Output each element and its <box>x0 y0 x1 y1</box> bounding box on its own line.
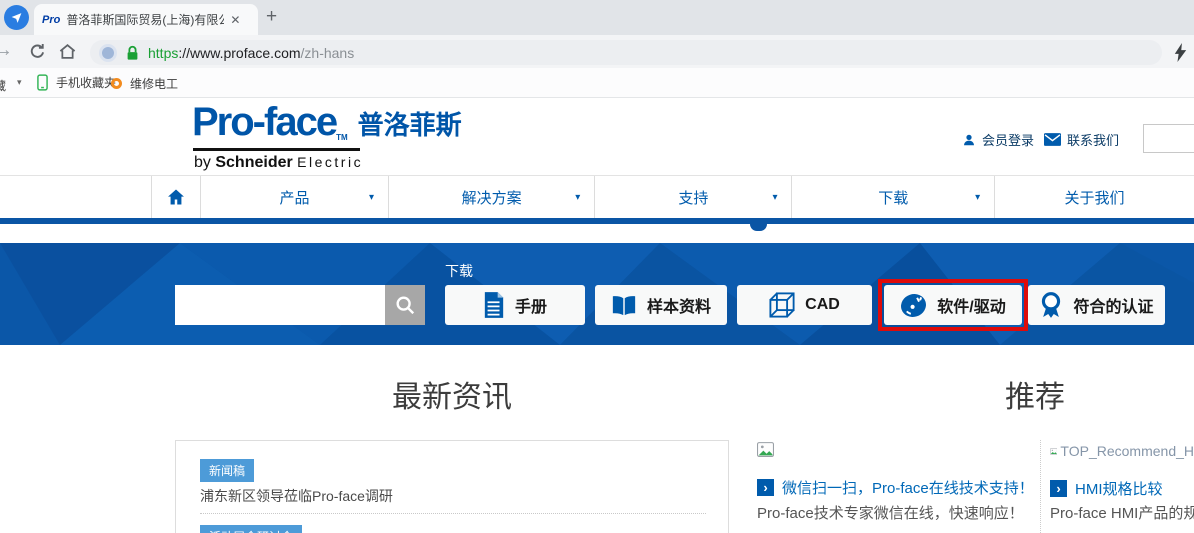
hero-button-label: 样本资料 <box>647 293 711 317</box>
nav-item-about[interactable]: 关于我们 <box>995 176 1194 218</box>
browser-menu-button[interactable] <box>4 5 29 30</box>
nav-item-products[interactable]: 产品 ▾ <box>201 176 389 218</box>
news-item-link[interactable]: 浦东新区领导莅临Pro-face调研 <box>200 486 393 506</box>
recommend-link: HMI规格比较 <box>1075 478 1163 499</box>
medal-icon <box>1039 291 1063 319</box>
logo-wordmark: Pro-face <box>192 102 336 142</box>
nav-underline <box>0 218 1194 224</box>
bookmarks-bar <box>0 68 1194 98</box>
header-search-input[interactable] <box>1143 124 1194 153</box>
bookmark-folder-partial[interactable]: 藏 <box>0 77 6 94</box>
home-icon[interactable] <box>58 42 77 66</box>
tab-title: 普洛菲斯国际贸易(上海)有限公司 <box>66 11 224 28</box>
site-logo[interactable]: Pro-faceTM 普洛菲斯 <box>192 102 462 142</box>
hero-button-catalog[interactable]: 样本资料 <box>595 285 727 325</box>
chevron-right-icon: › <box>757 479 774 496</box>
news-section-title: 最新资讯 <box>175 372 729 416</box>
news-divider <box>200 513 706 514</box>
nav-item-support[interactable]: 支持 ▾ <box>595 176 792 218</box>
hero-search-input[interactable] <box>175 285 385 325</box>
hero-button-label: CAD <box>805 296 840 314</box>
new-tab-button[interactable]: + <box>266 6 277 28</box>
chevron-down-icon: ▾ <box>975 192 980 203</box>
envelope-icon <box>1044 133 1061 146</box>
highlight-box <box>878 279 1028 331</box>
bookmark-label: 手机收藏夹 <box>56 74 116 91</box>
site-permission-icon[interactable] <box>102 47 114 59</box>
news-card: 新闻稿 浦东新区领导莅临Pro-face调研 活动展会研讨会 <box>175 440 729 533</box>
hero-button-certifications[interactable]: 符合的认证 <box>1028 285 1165 325</box>
logo-chinese: 普洛菲斯 <box>358 105 462 142</box>
nav-item-download[interactable]: 下载 ▾ <box>792 176 995 218</box>
logo-byline: by Schneider Electric <box>194 154 363 172</box>
nav-label: 关于我们 <box>1065 187 1125 208</box>
image-alt-text: TOP_Recommend_H <box>1060 443 1194 459</box>
nav-label: 产品 <box>279 187 309 208</box>
house-icon <box>166 187 186 207</box>
chevron-down-icon: ▾ <box>369 192 374 203</box>
nav-label: 下载 <box>878 187 908 208</box>
hero-button-label: 手册 <box>515 293 547 317</box>
url-text: https://www.proface.com/zh-hans <box>148 45 354 61</box>
logo-tm: TM <box>336 133 348 142</box>
bookmark-item-mobile[interactable]: 手机收藏夹 <box>37 74 116 91</box>
book-icon <box>611 295 637 316</box>
nav-active-indicator <box>750 224 767 231</box>
url-bar[interactable]: https://www.proface.com/zh-hans <box>90 40 1162 65</box>
news-badge: 活动展会研讨会 <box>200 525 302 533</box>
contact-us-label: 联系我们 <box>1067 130 1119 149</box>
recommend-description: Pro-face技术专家微信在线，快速响应！ <box>757 502 1024 523</box>
broken-image-icon <box>757 442 774 457</box>
recommend-description: Pro-face HMI产品的规格比较 <box>1050 502 1194 523</box>
search-icon <box>394 294 416 316</box>
hero-button-cad[interactable]: CAD <box>737 285 872 325</box>
paper-plane-icon <box>10 11 23 24</box>
nav-home-button[interactable] <box>152 176 201 218</box>
news-badge: 新闻稿 <box>200 459 254 482</box>
person-icon <box>962 133 976 147</box>
screen: Pro 普洛菲斯国际贸易(上海)有限公司 ✕ + → https://www.p… <box>0 0 1194 533</box>
contact-us-link[interactable]: 联系我们 <box>1044 130 1119 149</box>
site-favicon: Pro <box>42 14 60 26</box>
logo-rule <box>193 148 360 151</box>
bookmark-label: 维修电工 <box>130 75 178 92</box>
lock-icon[interactable] <box>126 45 139 61</box>
bookmark-favicon <box>111 78 122 89</box>
member-login-link[interactable]: 会员登录 <box>962 130 1034 149</box>
nav-label: 支持 <box>678 187 708 208</box>
chevron-down-icon: ▾ <box>772 192 777 203</box>
hero-button-manual[interactable]: 手册 <box>445 285 585 325</box>
recommend-divider <box>1040 440 1041 533</box>
recommend-link: 微信扫一扫，Pro-face在线技术支持！ <box>782 477 1034 498</box>
nav-spacer <box>0 176 152 218</box>
cube-icon <box>769 292 795 318</box>
broken-image-icon <box>1050 444 1057 459</box>
phone-icon <box>37 74 48 91</box>
lightning-icon[interactable] <box>1174 43 1187 67</box>
recommend-item-hmi-image: TOP_Recommend_H <box>1050 443 1194 459</box>
hero-search-button[interactable] <box>385 285 425 325</box>
bookmark-item-repair[interactable]: 维修电工 <box>111 75 178 92</box>
main-nav: 产品 ▾ 解决方案 ▾ 支持 ▾ 下载 ▾ 关于我们 <box>0 175 1194 218</box>
tab-close-icon[interactable]: ✕ <box>230 13 240 27</box>
reload-icon[interactable] <box>28 42 47 66</box>
chevron-right-icon: › <box>1050 480 1067 497</box>
document-icon <box>483 292 505 318</box>
chevron-down-icon: ▾ <box>575 192 580 203</box>
recommend-item-hmi[interactable]: › HMI规格比较 <box>1050 478 1163 499</box>
hero-button-label: 符合的认证 <box>1073 293 1153 317</box>
recommend-section-title: 推荐 <box>1005 372 1065 416</box>
nav-item-solutions[interactable]: 解决方案 ▾ <box>389 176 595 218</box>
recommend-item-wechat-image <box>757 442 774 462</box>
nav-label: 解决方案 <box>462 187 522 208</box>
bookmark-folder-caret-icon[interactable]: ▾ <box>17 77 22 88</box>
hero-download-label: 下载 <box>445 261 473 281</box>
forward-icon[interactable]: → <box>0 39 13 62</box>
recommend-item-wechat[interactable]: › 微信扫一扫，Pro-face在线技术支持！ <box>757 477 1034 498</box>
member-login-label: 会员登录 <box>982 130 1034 149</box>
browser-tab[interactable]: Pro 普洛菲斯国际贸易(上海)有限公司 ✕ <box>34 4 258 35</box>
